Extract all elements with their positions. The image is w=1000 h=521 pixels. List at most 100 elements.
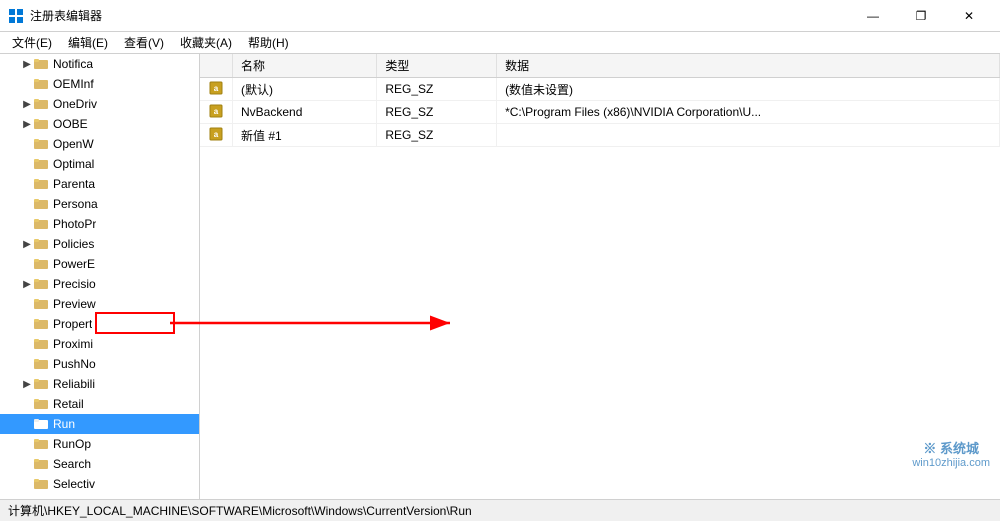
row-icon-cell: a [200, 101, 233, 124]
tree-item-pushno[interactable]: ▶ PushNo [0, 354, 199, 374]
tree-item-parenta[interactable]: ▶ Parenta [0, 174, 199, 194]
tree-item-retail[interactable]: ▶ Retail [0, 394, 199, 414]
tree-label: Proximi [53, 337, 93, 351]
tree-item-search[interactable]: ▶ Search [0, 454, 199, 474]
tree-label: OneDriv [53, 97, 97, 111]
expander-oobe[interactable]: ▶ [20, 117, 34, 131]
folder-icon [34, 477, 50, 491]
string-value-icon-2: a [208, 126, 224, 142]
tree-item-proximi[interactable]: ▶ Proximi [0, 334, 199, 354]
watermark: ※ 系统城 win10zhijia.com [912, 438, 990, 469]
tree-item-settings[interactable]: ▶ Settings [0, 494, 199, 499]
folder-icon [34, 417, 50, 431]
tree-item-selectiv[interactable]: ▶ Selectiv [0, 474, 199, 494]
folder-icon [34, 257, 50, 271]
tree-item-notifica[interactable]: ▶ Notifica [0, 54, 199, 74]
string-value-icon: a [208, 103, 224, 119]
tree-item-persona[interactable]: ▶ Persona [0, 194, 199, 214]
folder-icon [34, 297, 50, 311]
tree-item-reliabili[interactable]: ▶ Reliabili [0, 374, 199, 394]
tree-item-runop[interactable]: ▶ RunOp [0, 434, 199, 454]
folder-icon [34, 77, 50, 91]
tree-item-openw[interactable]: ▶ OpenW [0, 134, 199, 154]
tree-item-run[interactable]: ▶ Run [0, 414, 199, 434]
close-button[interactable]: ✕ [946, 1, 992, 31]
minimize-button[interactable]: — [850, 1, 896, 31]
folder-icon [34, 497, 50, 499]
tree-label: Propert [53, 317, 92, 331]
folder-icon [34, 57, 50, 71]
tree-label: PhotoPr [53, 217, 96, 231]
folder-icon [34, 457, 50, 471]
app-icon [8, 8, 24, 24]
col-type-header[interactable]: 类型 [377, 54, 497, 78]
tree-label: OEMInf [53, 77, 94, 91]
col-name-header[interactable]: 名称 [233, 54, 377, 78]
tree-item-optimal[interactable]: ▶ Optimal [0, 154, 199, 174]
row-name: (默认) [233, 78, 377, 101]
tree-item-powere[interactable]: ▶ PowerE [0, 254, 199, 274]
expander-onedriv[interactable]: ▶ [20, 97, 34, 111]
folder-icon [34, 137, 50, 151]
watermark-line2: win10zhijia.com [912, 457, 990, 469]
expander-notifica[interactable]: ▶ [20, 57, 34, 71]
expander-settings[interactable]: ▶ [20, 497, 34, 499]
row-type: REG_SZ [377, 101, 497, 124]
tree-label: Notifica [53, 57, 93, 71]
expander-reliabili[interactable]: ▶ [20, 377, 34, 391]
tree-item-precisio[interactable]: ▶ Precisio [0, 274, 199, 294]
row-type: REG_SZ [377, 78, 497, 101]
registry-values-panel[interactable]: 名称 类型 数据 a (默认) R [200, 54, 1000, 499]
restore-button[interactable]: ❐ [898, 1, 944, 31]
folder-icon [34, 357, 50, 371]
row-icon-cell: a [200, 78, 233, 101]
tree-item-oobe[interactable]: ▶ OOBE [0, 114, 199, 134]
tree-item-oeminf[interactable]: ▶ OEMInf [0, 74, 199, 94]
watermark-line1: ※ 系统城 [912, 438, 990, 457]
tree-label: Settings [53, 497, 96, 499]
col-data-header[interactable]: 数据 [497, 54, 1000, 78]
tree-item-policies[interactable]: ▶ Policies [0, 234, 199, 254]
tree-item-propert[interactable]: ▶ Propert [0, 314, 199, 334]
tree-label: OpenW [53, 137, 94, 151]
folder-icon [34, 217, 50, 231]
row-name: 新值 #1 [233, 124, 377, 147]
folder-icon [34, 317, 50, 331]
tree-label: Parenta [53, 177, 95, 191]
folder-icon [34, 197, 50, 211]
expander-policies[interactable]: ▶ [20, 237, 34, 251]
default-value-icon: a [208, 80, 224, 96]
registry-tree[interactable]: ▶ Notifica ▶ OEMInf ▶ OneDriv ▶ OOBE [0, 54, 200, 499]
folder-icon [34, 377, 50, 391]
tree-item-onedriv[interactable]: ▶ OneDriv [0, 94, 199, 114]
tree-item-preview[interactable]: ▶ Preview [0, 294, 199, 314]
tree-item-photopr[interactable]: ▶ PhotoPr [0, 214, 199, 234]
table-row[interactable]: a NvBackend REG_SZ *C:\Program Files (x8… [200, 101, 1000, 124]
row-icon-cell: a [200, 124, 233, 147]
menu-view[interactable]: 查看(V) [116, 32, 172, 53]
tree-label: Preview [53, 297, 96, 311]
menu-file[interactable]: 文件(E) [4, 32, 60, 53]
svg-text:a: a [214, 130, 219, 139]
tree-label: Reliabili [53, 377, 95, 391]
table-row[interactable]: a (默认) REG_SZ (数值未设置) [200, 78, 1000, 101]
tree-label: PushNo [53, 357, 96, 371]
main-content: ▶ Notifica ▶ OEMInf ▶ OneDriv ▶ OOBE [0, 54, 1000, 499]
folder-icon [34, 97, 50, 111]
window-title: 注册表编辑器 [30, 7, 850, 24]
tree-label: Retail [53, 397, 84, 411]
menu-edit[interactable]: 编辑(E) [60, 32, 116, 53]
folder-icon [34, 397, 50, 411]
menu-favorites[interactable]: 收藏夹(A) [172, 32, 240, 53]
expander-precisio[interactable]: ▶ [20, 277, 34, 291]
row-data: (数值未设置) [497, 78, 1000, 101]
menu-help[interactable]: 帮助(H) [240, 32, 297, 53]
folder-icon [34, 177, 50, 191]
tree-label: Precisio [53, 277, 96, 291]
table-row[interactable]: a 新值 #1 REG_SZ [200, 124, 1000, 147]
registry-table: 名称 类型 数据 a (默认) R [200, 54, 1000, 147]
row-type: REG_SZ [377, 124, 497, 147]
folder-icon [34, 277, 50, 291]
folder-icon [34, 437, 50, 451]
tree-label: Selectiv [53, 477, 95, 491]
